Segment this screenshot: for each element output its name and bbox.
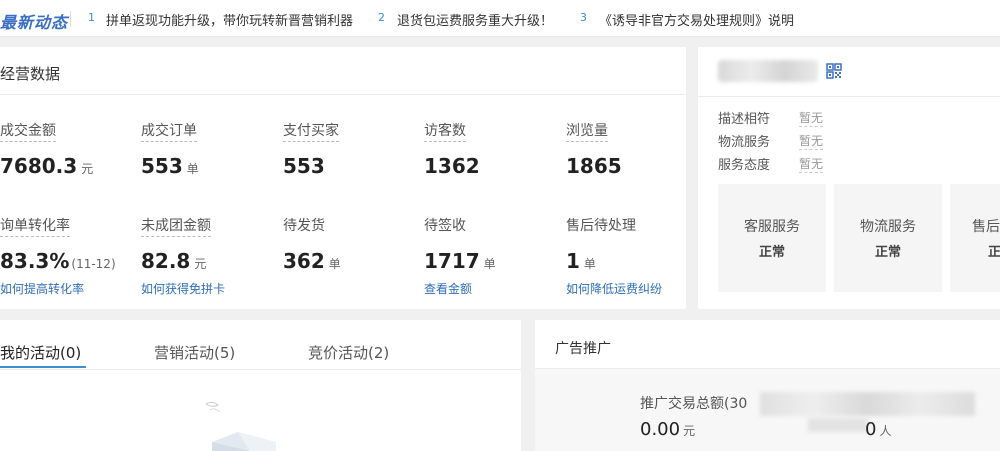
stat-label-to-sign: 待签收 — [424, 218, 466, 234]
stat-value-conversion: 83.3% (11-12) — [0, 249, 116, 273]
score-label-service: 服务态度 — [718, 158, 771, 173]
score-value-description: 暂无 — [799, 111, 824, 127]
ads-metric-value: 0.00 元 — [640, 419, 696, 440]
ads-blurred-area — [760, 392, 975, 416]
service-card-customer: 客服服务 正常 — [718, 184, 826, 292]
stat-value-buyers: 553 — [283, 154, 325, 178]
stat-label-unformed: 未成团金额 — [141, 215, 211, 237]
ads-metric-label: 推广交易总额(30 — [640, 396, 748, 412]
stat-label-to-ship: 待发货 — [283, 218, 325, 234]
get-free-card-link[interactable]: 如何获得免拼卡 — [141, 280, 225, 297]
stat-label-orders: 成交订单 — [141, 120, 197, 142]
news-title: 最新动态 — [0, 13, 69, 32]
service-card-status: 正常 — [758, 245, 785, 260]
view-amount-link[interactable]: 查看金额 — [424, 280, 472, 297]
reduce-dispute-link[interactable]: 如何降低运费纠纷 — [566, 280, 662, 297]
stat-label-gmv: 成交金额 — [0, 120, 56, 142]
score-label-description: 描述相符 — [718, 112, 771, 127]
ads-title: 广告推广 — [555, 341, 611, 357]
news-divider — [70, 11, 71, 27]
tab-marketing-activities[interactable]: 营销活动(5) — [154, 342, 235, 363]
stat-value-gmv: 7680.3 元 — [0, 154, 94, 178]
service-card-after-sales: 售后 正 — [950, 184, 1000, 292]
tabs-divider — [0, 369, 521, 370]
score-value-logistics: 暂无 — [799, 134, 824, 150]
stat-value-to-sign[interactable]: 1717 单 — [424, 249, 496, 273]
stat-value-to-ship[interactable]: 362 单 — [283, 249, 341, 273]
news-bar: 最新动态 1 拼单返现功能升级，带你玩转新晋营销利器 2 退货包运费服务重大升级… — [0, 0, 1000, 37]
empty-box-illustration — [205, 401, 276, 451]
stat-value-pageviews: 1865 — [566, 154, 622, 178]
active-tab-indicator — [0, 366, 86, 368]
stat-label-conversion: 询单转化率 — [0, 215, 70, 237]
tab-bidding-activities[interactable]: 竞价活动(2) — [308, 342, 389, 363]
news-item-number: 1 — [88, 11, 95, 24]
stat-value-unformed: 82.8 元 — [141, 249, 207, 273]
news-item-link[interactable]: 退货包运费服务重大升级！ — [397, 10, 553, 29]
qr-code-icon[interactable] — [826, 63, 842, 79]
news-item-link[interactable]: 拼单返现功能升级，带你玩转新晋营销利器 — [106, 10, 353, 29]
stat-value-after-sales[interactable]: 1单 — [566, 249, 596, 273]
news-item-link[interactable]: 《诱导非官方交易处理规则》说明 — [599, 10, 794, 29]
stat-value-visitors: 1362 — [424, 154, 480, 178]
stat-label-after-sales: 售后待处理 — [566, 218, 636, 234]
news-item-number: 3 — [580, 11, 587, 24]
stat-label-pageviews: 浏览量 — [566, 120, 608, 142]
service-card-label: 售后 — [972, 219, 1000, 235]
ads-metric2-value: 0人 — [865, 419, 892, 440]
shop-name-blurred — [718, 60, 818, 82]
improve-conversion-link[interactable]: 如何提高转化率 — [0, 280, 84, 297]
ads-blurred-area — [808, 418, 868, 432]
stat-label-visitors: 访客数 — [424, 120, 466, 142]
service-card-label: 客服服务 — [744, 219, 800, 235]
stat-value-orders: 553 单 — [141, 154, 199, 178]
service-card-label: 物流服务 — [860, 219, 916, 235]
tab-my-activities[interactable]: 我的活动(0) — [0, 342, 81, 363]
operations-title: 经营数据 — [0, 65, 61, 83]
service-card-logistics: 物流服务 正常 — [834, 184, 942, 292]
score-value-service: 暂无 — [799, 157, 824, 173]
service-card-status: 正常 — [874, 245, 901, 260]
service-card-status: 正 — [988, 245, 1000, 260]
score-label-logistics: 物流服务 — [718, 135, 771, 150]
operations-header: 经营数据 — [0, 47, 686, 95]
news-item-number: 2 — [378, 11, 385, 24]
stat-label-buyers: 支付买家 — [283, 120, 339, 142]
shop-divider — [698, 96, 1000, 97]
